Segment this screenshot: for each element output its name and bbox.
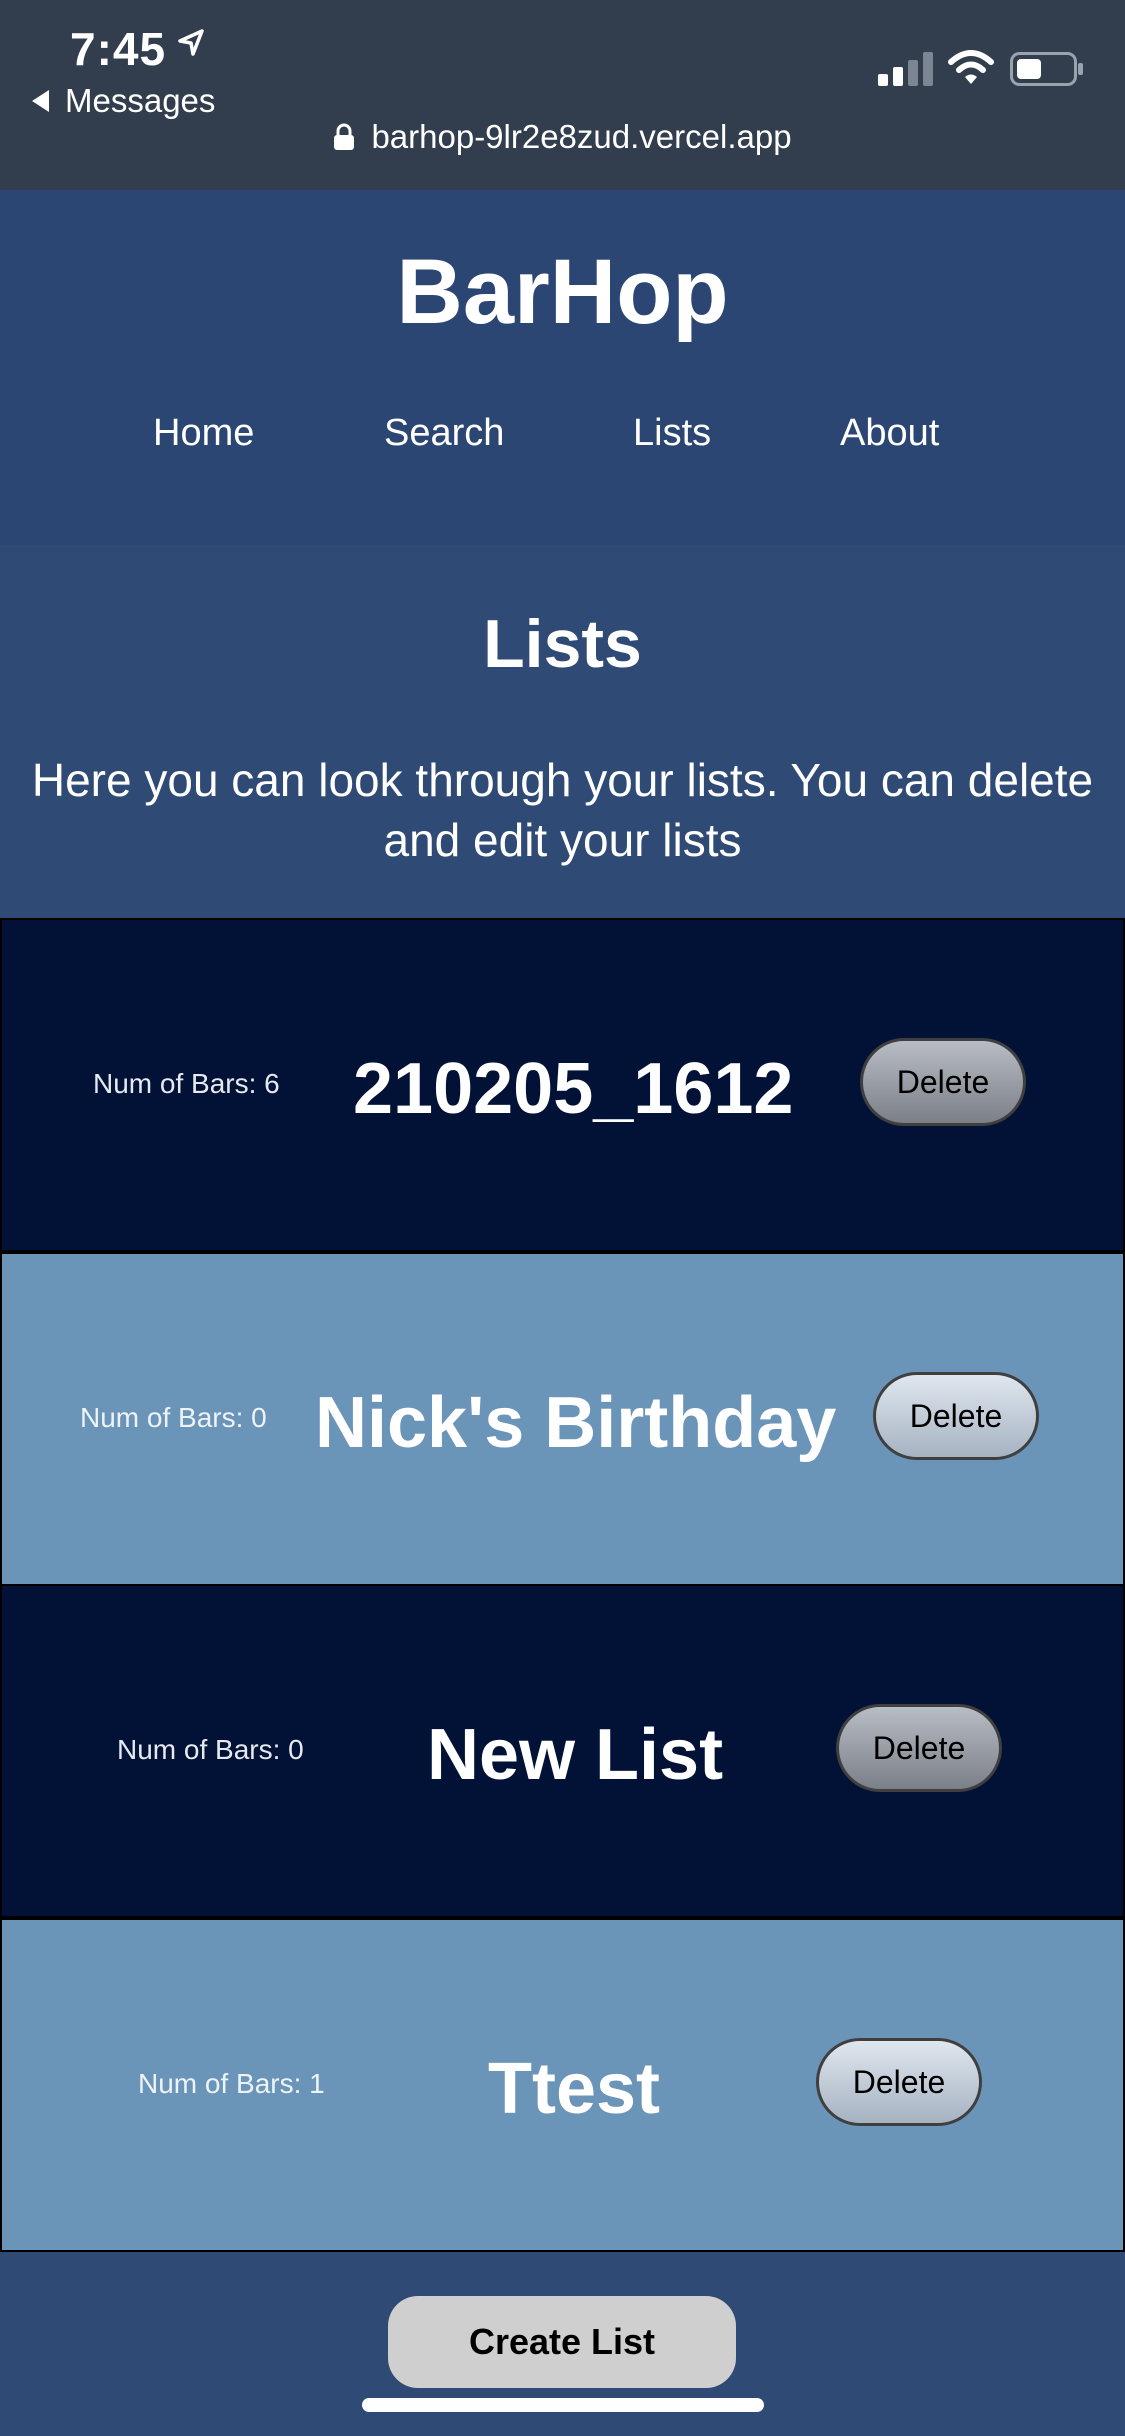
location-arrow-icon (178, 29, 204, 56)
cellular-signal-icon (878, 52, 933, 86)
page-title: Lists (483, 606, 642, 682)
page-description: Here you can look through your lists. Yo… (31, 754, 1094, 866)
list-name[interactable]: 210205_1612 (353, 1048, 793, 1130)
delete-button[interactable]: Delete (860, 1038, 1026, 1126)
bar-count: Num of Bars: 0 (117, 1734, 304, 1765)
nav-home[interactable]: Home (153, 412, 254, 455)
bar-count: Num of Bars: 0 (80, 1402, 267, 1433)
delete-button[interactable]: Delete (816, 2038, 982, 2126)
nav-lists[interactable]: Lists (633, 412, 711, 455)
nav-search[interactable]: Search (384, 412, 504, 455)
bar-count: Num of Bars: 6 (93, 1068, 280, 1099)
home-indicator[interactable] (362, 2398, 764, 2412)
nav-about[interactable]: About (840, 412, 939, 455)
main-nav: Home Search Lists About (0, 412, 1125, 462)
list-item[interactable]: Num of Bars: 0 New List Delete (0, 1584, 1125, 1918)
back-to-messages[interactable]: Messages (32, 82, 215, 120)
url-text: barhop-9lr2e8zud.vercel.app (371, 118, 792, 155)
status-bar: 7:45 Messages barhop-9lr2e8zud.vercel.ap… (0, 0, 1125, 190)
list-name[interactable]: New List (427, 1714, 723, 1796)
intro-section: Lists Here you can look through your lis… (0, 545, 1125, 917)
list-name[interactable]: Nick's Birthday (315, 1382, 836, 1464)
list-name[interactable]: Ttest (488, 2048, 660, 2130)
wifi-icon (948, 50, 994, 84)
site-header: BarHop Home Search Lists About (0, 190, 1125, 545)
delete-button[interactable]: Delete (836, 1704, 1002, 1792)
lock-icon (334, 123, 355, 150)
create-list-button[interactable]: Create List (388, 2296, 736, 2388)
address-bar[interactable]: barhop-9lr2e8zud.vercel.app (0, 118, 1125, 156)
bar-count: Num of Bars: 1 (138, 2068, 325, 2099)
clock: 7:45 (70, 23, 167, 75)
back-triangle-icon (32, 90, 49, 112)
battery-icon (1010, 52, 1083, 86)
list-item[interactable]: Num of Bars: 6 210205_1612 Delete (0, 918, 1125, 1252)
list-item[interactable]: Num of Bars: 1 Ttest Delete (0, 1918, 1125, 2252)
brand-title[interactable]: BarHop (0, 240, 1125, 345)
list-item[interactable]: Num of Bars: 0 Nick's Birthday Delete (0, 1252, 1125, 1586)
delete-button[interactable]: Delete (873, 1372, 1039, 1460)
back-label: Messages (65, 82, 216, 119)
